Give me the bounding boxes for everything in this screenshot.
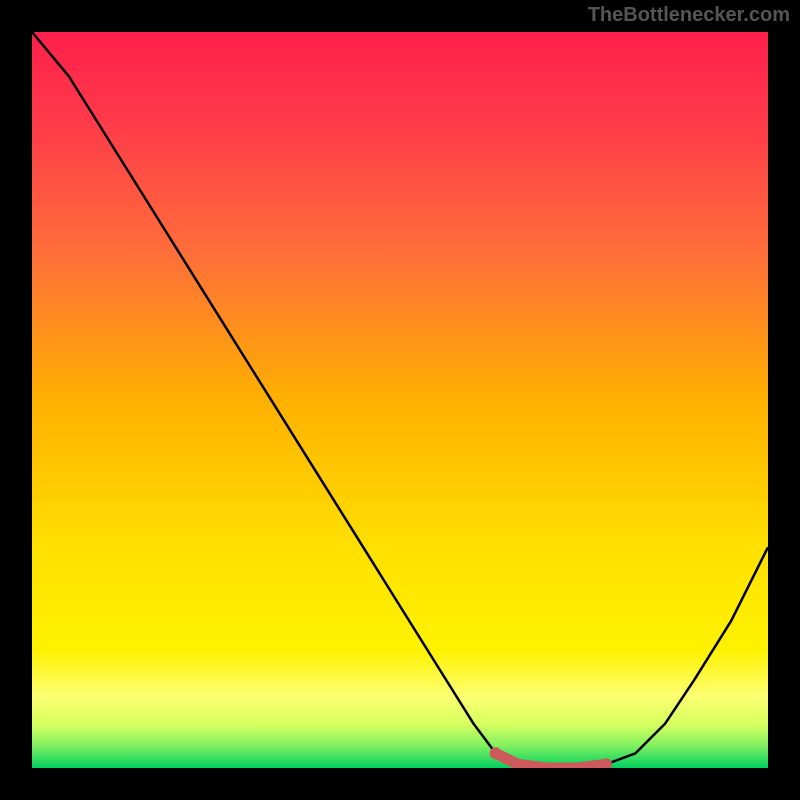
chart-background bbox=[32, 32, 768, 768]
chart-plot-area bbox=[32, 32, 768, 768]
chart-svg bbox=[32, 32, 768, 768]
highlight-endpoint bbox=[490, 747, 502, 759]
watermark-text: TheBottlenecker.com bbox=[588, 4, 790, 27]
